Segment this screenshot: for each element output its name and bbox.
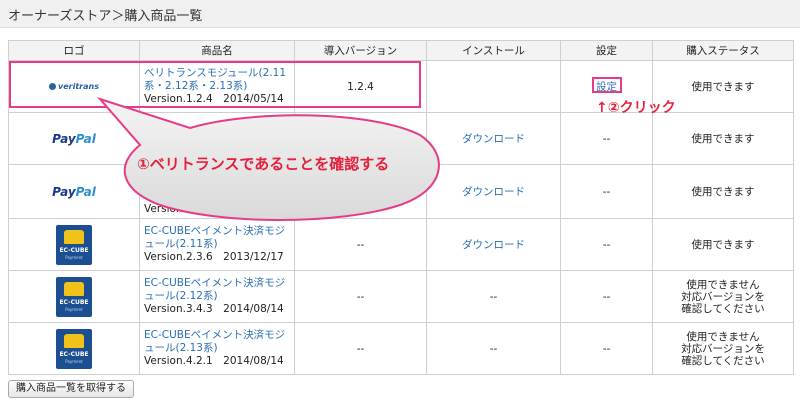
product-version: Version. [144,203,186,215]
callout-text: ①ベリトランスであることを確認する [137,155,390,173]
logo-cell: PayPal [8,112,140,165]
install-cell: ダウンロード [426,164,561,219]
status-cell: 使用できません 対応バージョンを 確認してください [652,270,794,323]
product-link-cont[interactable]: ュール(2.12系) [144,290,218,302]
table-row: EC-CUBE Payment EC-CUBEペイメント決済モジ ュール(2.1… [8,218,794,271]
product-link-cont[interactable]: 系・2.12系・2.13系) [144,80,247,92]
setting-cell: -- [560,270,653,323]
product-link[interactable]: EC-CUBEペイメント決済モジ [144,225,285,237]
download-link[interactable]: ダウンロード [462,133,525,145]
download-link[interactable]: ダウンロード [462,186,525,198]
product-link[interactable]: EC-CUBEペイメント決済モジ [144,277,285,289]
table-row: EC-CUBE Payment EC-CUBEペイメント決済モジ ュール(2.1… [8,322,794,375]
crown-icon [64,229,84,244]
install-cell: -- [426,270,561,323]
product-link[interactable]: ペイパル ウェブペイメントプ [144,132,284,144]
eccube-logo: EC-CUBE Payment [56,328,92,369]
logo-cell: veritrans [8,60,140,113]
product-version: Version.3.4.3 2014/08/14 [144,303,284,315]
product-link-cont[interactable]: ュール(2.13系) [144,342,218,354]
breadcrumb: オーナーズストア＞購入商品一覧 [8,9,203,24]
table-row: veritrans ベリトランスモジュール(2.11 系・2.12系・2.13系… [8,60,794,113]
crown-icon [64,281,84,296]
setting-cell: -- [560,218,653,271]
paypal-logo: PayPal [52,131,96,146]
table-row: EC-CUBE Payment EC-CUBEペイメント決済モジ ュール(2.1… [8,270,794,323]
product-name-cell: EC-CUBEペイメント決済モジ ュール(2.12系) Version.3.4.… [139,270,295,323]
table-header-row: ロゴ 商品名 導入バージョン インストール 設定 購入ステータス [8,40,794,61]
purchased-products-table: ロゴ 商品名 導入バージョン インストール 設定 購入ステータス veritra… [8,40,794,375]
status-cell: 使用できます [652,164,794,219]
col-header-status: 購入ステータス [652,40,794,61]
product-name-cell: EC-CUBEペイメント決済モジ ュール(2.11系) Version.2.3.… [139,218,295,271]
product-name-cell: ベリトランスモジュール(2.11 系・2.12系・2.13系) Version.… [139,60,295,113]
installed-version-cell: 1.2.4 [294,60,427,113]
eccube-logo: EC-CUBE Payment [56,276,92,317]
product-version: Version.4.2.1 2014/08/14 [144,355,284,367]
product-link[interactable]: ベリトランスモジュール(2.11 [144,67,286,79]
install-cell [426,60,561,113]
product-version: Version.1.2.4 2014/05/14 [144,93,284,105]
download-link[interactable]: ダウンロード [462,239,525,251]
logo-cell: PayPal [8,164,140,219]
logo-cell: EC-CUBE Payment [8,270,140,323]
veritrans-logo: veritrans [49,82,99,91]
installed-version-cell: -- [294,270,427,323]
col-header-setting: 設定 [560,40,653,61]
setting-cell: -- [560,322,653,375]
status-cell: 使用できます [652,112,794,165]
fetch-purchase-list-button[interactable]: 購入商品一覧を取得する [8,380,134,398]
installed-version-cell: -- [294,322,427,375]
click-instruction: ↑②クリック [596,100,676,116]
eccube-logo: EC-CUBE Payment [56,224,92,265]
status-cell: 使用できます [652,218,794,271]
install-cell: ダウンロード [426,218,561,271]
veritrans-mark-icon [49,82,57,90]
col-header-install: インストール [426,40,561,61]
col-header-installed-version: 導入バージョン [294,40,427,61]
product-link-cont[interactable]: ュール(2.11系) [144,238,218,250]
product-name-cell: EC-CUBEペイメント決済モジ ュール(2.13系) Version.4.2.… [139,322,295,375]
setting-cell: -- [560,164,653,219]
logo-cell: EC-CUBE Payment [8,218,140,271]
setting-link[interactable]: 設定 [596,81,617,93]
product-link[interactable]: EC-CUBEペイメント決済モジ [144,329,285,341]
install-cell: -- [426,322,561,375]
col-header-product-name: 商品名 [139,40,295,61]
logo-cell: EC-CUBE Payment [8,322,140,375]
product-version: Version.2.3.6 2013/12/17 [144,251,284,263]
paypal-logo: PayPal [52,184,96,199]
crown-icon [64,333,84,348]
page-header: オーナーズストア＞購入商品一覧 [0,0,800,28]
col-header-logo: ロゴ [8,40,140,61]
install-cell: ダウンロード [426,112,561,165]
status-cell: 使用できません 対応バージョンを 確認してください [652,322,794,375]
installed-version-cell: -- [294,218,427,271]
setting-cell: -- [560,112,653,165]
